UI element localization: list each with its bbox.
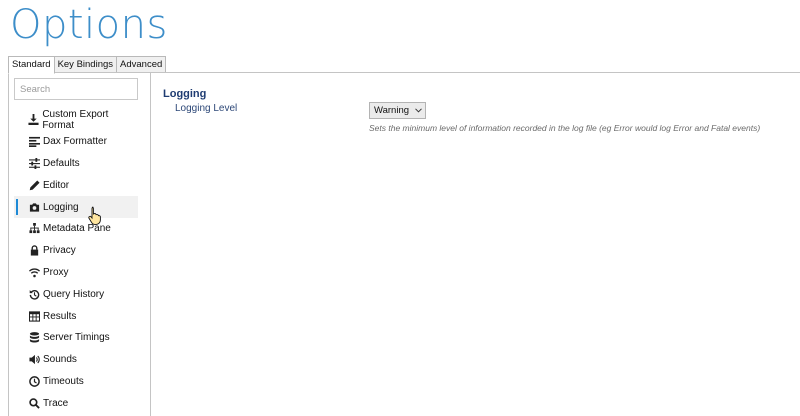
tab-advanced[interactable]: Advanced — [116, 56, 167, 73]
sidebar-item-label: Dax Formatter — [43, 136, 107, 148]
wifi-icon — [27, 266, 41, 278]
search-icon — [27, 397, 41, 409]
sidebar-item-label: Editor — [43, 179, 70, 191]
sidebar-item-label: Server Timings — [43, 332, 110, 344]
options-tabs: Standard Key Bindings Advanced — [8, 56, 167, 74]
section-title-logging: Logging — [163, 88, 207, 100]
search-input[interactable] — [14, 78, 138, 100]
sidebar-item-sounds[interactable]: Sounds — [14, 349, 138, 371]
sidebar-item-label: Custom Export Format — [42, 108, 109, 131]
sidebar-item-dax-formatter[interactable]: Dax Formatter — [14, 131, 138, 153]
sidebar-item-privacy[interactable]: Privacy — [14, 240, 138, 262]
hand-pointer-cursor-icon — [88, 206, 101, 225]
clock-icon — [27, 375, 41, 387]
sidebar-item-label: Proxy — [43, 266, 69, 278]
sidebar-item-label: Sounds — [43, 354, 77, 366]
table-icon — [27, 310, 41, 322]
sidebar-item-query-history[interactable]: Query History — [14, 283, 138, 305]
pencil-icon — [27, 179, 41, 191]
sidebar-item-trace[interactable]: Trace — [14, 392, 138, 414]
sidebar-item-metadata-pane[interactable]: Metadata Pane — [14, 218, 138, 240]
camera-icon — [27, 201, 41, 213]
align-left-icon — [27, 136, 41, 148]
sidebar-nav: Custom Export Format Dax Formatter Defau… — [14, 109, 138, 414]
sidebar-item-label: Privacy — [43, 245, 76, 257]
chevron-down-icon — [415, 108, 422, 113]
tab-standard[interactable]: Standard — [8, 56, 55, 74]
volume-icon — [27, 354, 41, 366]
tab-key-bindings[interactable]: Key Bindings — [53, 56, 118, 73]
sidebar-item-server-timings[interactable]: Server Timings — [14, 327, 138, 349]
sidebar-item-timeouts[interactable]: Timeouts — [14, 371, 138, 393]
sidebar-item-label: Trace — [43, 397, 69, 409]
sidebar-item-logging[interactable]: Logging — [14, 196, 138, 218]
sidebar-item-editor[interactable]: Editor — [14, 174, 138, 196]
logging-level-dropdown[interactable]: Warning — [369, 102, 426, 119]
database-icon — [27, 332, 41, 344]
history-icon — [27, 288, 41, 300]
download-icon — [27, 114, 40, 126]
logging-level-description: Sets the minimum level of information re… — [369, 123, 761, 133]
sitemap-icon — [27, 223, 41, 235]
window-title: Options — [10, 2, 168, 48]
sidebar-item-label: Timeouts — [43, 375, 84, 387]
sidebar-item-label: Defaults — [43, 157, 80, 169]
sidebar-item-custom-export-format[interactable]: Custom Export Format — [14, 109, 138, 131]
sidebar-item-defaults[interactable]: Defaults — [14, 153, 138, 175]
sliders-icon — [27, 157, 41, 169]
sidebar-item-proxy[interactable]: Proxy — [14, 262, 138, 284]
lock-icon — [27, 245, 41, 257]
sidebar-item-results[interactable]: Results — [14, 305, 138, 327]
dropdown-value: Warning — [374, 105, 410, 116]
sidebar-item-label: Results — [43, 310, 77, 322]
sidebar-item-label: Logging — [43, 201, 79, 213]
logging-level-label: Logging Level — [175, 103, 238, 114]
sidebar-item-label: Query History — [43, 288, 105, 300]
